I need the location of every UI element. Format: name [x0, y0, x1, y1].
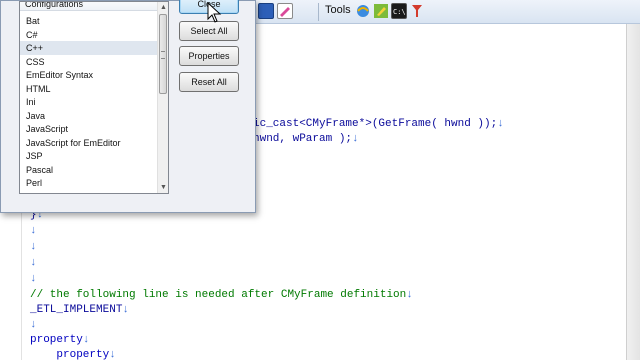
mouse-cursor-icon [207, 2, 222, 23]
tool-icon[interactable] [409, 3, 425, 19]
list-item[interactable]: JSP [20, 149, 157, 163]
newline-marker-icon: ↓ [109, 349, 116, 360]
list-scrollbar[interactable]: ▲ ▼ [157, 2, 168, 193]
pencil-icon[interactable] [373, 3, 389, 19]
code-line: property↓ [30, 333, 89, 347]
code-line: ↓ [30, 272, 37, 286]
code-line: hwnd, wParam );↓ [253, 132, 359, 146]
select-all-button[interactable]: Select All [179, 21, 239, 41]
browser-icon[interactable] [355, 3, 371, 19]
code-line: property↓ [30, 348, 116, 360]
code-line: ↓ [30, 224, 37, 238]
newline-marker-icon: ↓ [30, 273, 37, 285]
svg-text:C:\: C:\ [393, 8, 406, 16]
list-item[interactable]: CSS [20, 55, 157, 69]
newline-marker-icon: ↓ [30, 241, 37, 253]
toolbar-separator [318, 3, 319, 21]
reset-all-button[interactable]: Reset All [179, 72, 239, 92]
newline-marker-icon: ↓ [497, 118, 504, 130]
list-item[interactable]: Perl [20, 176, 157, 190]
newline-marker-icon: ↓ [82, 334, 90, 346]
list-header: Configurations [20, 2, 157, 11]
tools-label: Tools [325, 4, 351, 16]
code-text: // the following line is needed after CM… [30, 289, 407, 301]
list-item[interactable]: HTML [20, 82, 157, 96]
list-item[interactable]: Pascal [20, 163, 157, 177]
scroll-down-arrow-icon[interactable]: ▼ [158, 182, 168, 193]
scroll-grip-icon [161, 51, 165, 59]
configurations-list[interactable]: Configurations Bat C# C++ CSS EmEditor Synta… [19, 1, 169, 194]
editor-vertical-scrollbar[interactable] [626, 24, 640, 360]
properties-button[interactable]: Properties [179, 46, 239, 66]
code-text: _ETL_IMPLEMENT [30, 304, 123, 316]
code-line: ↓ [30, 256, 37, 270]
code-text: hwnd, wParam ); [253, 133, 353, 145]
list-item[interactable]: JavaScript for EmEditor [20, 136, 157, 150]
code-text: property [30, 349, 110, 360]
code-line: ↓ [30, 318, 37, 332]
code-line: _ETL_IMPLEMENT↓ [30, 303, 129, 317]
list-item[interactable]: JavaScript [20, 122, 157, 136]
newline-marker-icon: ↓ [122, 304, 130, 316]
newline-marker-icon: ↓ [352, 133, 359, 145]
newline-marker-icon: ↓ [30, 319, 37, 331]
newline-marker-icon: ↓ [406, 289, 413, 301]
edit-icon[interactable] [277, 3, 293, 19]
list-item[interactable]: Java [20, 109, 157, 123]
scroll-thumb[interactable] [159, 14, 167, 94]
newline-marker-icon: ↓ [30, 257, 37, 269]
console-icon[interactable]: C:\ [391, 3, 407, 19]
list-item[interactable]: Ini [20, 95, 157, 109]
list-item[interactable]: Bat [20, 14, 157, 28]
scroll-up-arrow-icon[interactable]: ▲ [158, 2, 168, 13]
list-item[interactable]: C++ [20, 41, 157, 55]
list-item[interactable]: C# [20, 28, 157, 42]
list-item[interactable]: EmEditor Syntax [20, 68, 157, 82]
code-text: ic_cast<CMyFrame*>(GetFrame( hwnd )); [253, 118, 498, 130]
configurations-dialog: Configurations Bat C# C++ CSS EmEditor Synta… [0, 0, 256, 213]
code-line: ↓ [30, 240, 37, 254]
view-icon[interactable] [258, 3, 274, 19]
code-text: property [30, 334, 83, 346]
code-line: ic_cast<CMyFrame*>(GetFrame( hwnd ));↓ [253, 117, 504, 131]
code-line: // the following line is needed after CM… [30, 288, 413, 302]
newline-marker-icon: ↓ [30, 225, 37, 237]
